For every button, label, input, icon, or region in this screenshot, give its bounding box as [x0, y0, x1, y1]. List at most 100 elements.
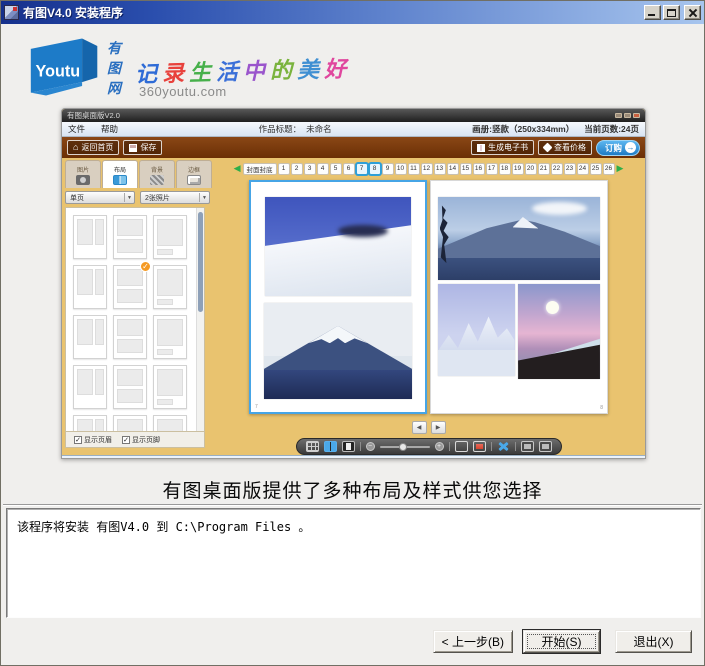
- panel-scrollbar[interactable]: [196, 208, 204, 431]
- tab-layout[interactable]: 布局: [102, 160, 138, 188]
- single-view-icon[interactable]: [342, 441, 355, 452]
- page-button-4[interactable]: 4: [317, 163, 329, 175]
- page-button-20[interactable]: 20: [525, 163, 537, 175]
- layout-thumbnail[interactable]: [113, 415, 147, 432]
- page-button-11[interactable]: 11: [408, 163, 420, 175]
- page-button-2[interactable]: 2: [291, 163, 303, 175]
- page-button-8[interactable]: 8: [369, 163, 381, 175]
- menu-help[interactable]: 帮助: [101, 123, 118, 135]
- page-button-17[interactable]: 17: [486, 163, 498, 175]
- layout-thumbnail[interactable]: [73, 265, 107, 309]
- home-button[interactable]: ⌂返回首页: [67, 140, 119, 155]
- maximize-button[interactable]: [663, 5, 680, 20]
- minimize-button[interactable]: [644, 5, 661, 20]
- show-header-checkbox[interactable]: ✓显示页眉: [74, 435, 112, 445]
- save-icon: [129, 144, 137, 152]
- pagebar-left-arrow-icon[interactable]: ◀: [234, 164, 241, 173]
- fit-page-icon[interactable]: [455, 441, 468, 452]
- pagebar-right-arrow-icon[interactable]: ▶: [617, 164, 624, 173]
- layout-thumbnail[interactable]: [153, 365, 187, 409]
- layout-thumbnail[interactable]: [73, 215, 107, 259]
- spread-view-icon[interactable]: [324, 441, 337, 452]
- page-button-22[interactable]: 22: [551, 163, 563, 175]
- maximize-icon: [667, 9, 676, 17]
- photo-snow-hill[interactable]: [265, 197, 411, 296]
- page-button-23[interactable]: 23: [564, 163, 576, 175]
- page-button-26[interactable]: 26: [603, 163, 615, 175]
- layout-thumbnail[interactable]: [113, 315, 147, 359]
- page-type-dropdown[interactable]: 单页▼: [65, 191, 135, 204]
- page-button-19[interactable]: 19: [512, 163, 524, 175]
- layout-thumbnail[interactable]: [153, 315, 187, 359]
- left-page[interactable]: 7: [249, 180, 427, 414]
- scrollbar-thumb[interactable]: [198, 212, 203, 312]
- page-button-6[interactable]: 6: [343, 163, 355, 175]
- layout-thumbnail[interactable]: [153, 265, 187, 309]
- layout-thumbnail[interactable]: [73, 365, 107, 409]
- page-button-24[interactable]: 24: [577, 163, 589, 175]
- page-button-16[interactable]: 16: [473, 163, 485, 175]
- swap-pages-icon[interactable]: [497, 441, 510, 452]
- zoom-out-icon[interactable]: −: [366, 442, 375, 451]
- save-button[interactable]: 保存: [123, 140, 162, 155]
- page-button-14[interactable]: 14: [447, 163, 459, 175]
- export-icon[interactable]: [539, 441, 552, 452]
- menu-file[interactable]: 文件: [68, 123, 85, 135]
- layout-thumbnail[interactable]: [113, 215, 147, 259]
- page-button-21[interactable]: 21: [538, 163, 550, 175]
- zoom-in-icon[interactable]: +: [435, 442, 444, 451]
- tab-frame[interactable]: 边框: [176, 160, 212, 188]
- photo-moon-sky[interactable]: [518, 284, 600, 379]
- fit-width-icon[interactable]: [473, 441, 486, 452]
- zoom-slider[interactable]: [380, 446, 430, 448]
- prev-spread-button[interactable]: ◀: [412, 421, 427, 434]
- layout-thumbnail[interactable]: ✓: [113, 265, 147, 309]
- photo-count-dropdown[interactable]: 2张照片▼: [140, 191, 210, 204]
- page-button-1[interactable]: 1: [278, 163, 290, 175]
- order-button[interactable]: 订购→: [596, 140, 640, 156]
- exit-button[interactable]: 退出(X): [615, 630, 692, 653]
- album-info: 画册:竖款（250x334mm）: [472, 123, 574, 135]
- qq-chat-badge[interactable]: 点击交谈: [532, 458, 575, 460]
- page-button-3[interactable]: 3: [304, 163, 316, 175]
- tab-background[interactable]: 背景: [139, 160, 175, 188]
- page-button-25[interactable]: 25: [590, 163, 602, 175]
- page-button-15[interactable]: 15: [460, 163, 472, 175]
- page-button-5[interactable]: 5: [330, 163, 342, 175]
- svg-text:Youtu: Youtu: [36, 62, 81, 80]
- layout-thumbnail[interactable]: [153, 215, 187, 259]
- view-price-button[interactable]: 查看价格: [538, 140, 592, 155]
- back-button[interactable]: < 上一步(B): [433, 630, 513, 653]
- page-button-10[interactable]: 10: [395, 163, 407, 175]
- layout-thumbnail[interactable]: [113, 365, 147, 409]
- page-button-7[interactable]: 7: [356, 163, 368, 175]
- start-button[interactable]: 开始(S): [523, 630, 600, 653]
- grid-view-icon[interactable]: [306, 441, 319, 452]
- preview-icon[interactable]: [521, 441, 534, 452]
- page-button-18[interactable]: 18: [499, 163, 511, 175]
- feature-caption: 有图桌面版提供了多种布局及样式供您选择: [1, 476, 704, 503]
- generate-ebook-button[interactable]: 生成电子书: [471, 140, 534, 155]
- slogan-char: 生: [189, 60, 217, 86]
- right-page[interactable]: 8: [430, 180, 608, 414]
- app-main: 图片 布局 背景 边框 单页▼ 2张照片▼ ✓ ✓显示页眉: [62, 158, 645, 455]
- slogan-char: 中: [243, 58, 271, 84]
- layout-thumbnail[interactable]: [153, 415, 187, 432]
- zoom-slider-thumb[interactable]: [399, 443, 407, 451]
- layout-thumbnail[interactable]: [73, 415, 107, 432]
- layout-thumbnail[interactable]: [73, 315, 107, 359]
- photo-snow-peaks[interactable]: [438, 284, 515, 376]
- next-spread-button[interactable]: ▶: [431, 421, 446, 434]
- page-button-9[interactable]: 9: [382, 163, 394, 175]
- page-button-13[interactable]: 13: [434, 163, 446, 175]
- photo-volcano-sea[interactable]: [438, 197, 600, 279]
- show-footer-checkbox[interactable]: ✓显示页脚: [122, 435, 160, 445]
- layout-filters: 单页▼ 2张照片▼: [65, 191, 210, 204]
- close-button[interactable]: [684, 5, 701, 20]
- tab-photos[interactable]: 图片: [65, 160, 101, 188]
- page-number-left: 7: [255, 404, 258, 410]
- cover-page-button[interactable]: 封面封底: [243, 163, 277, 175]
- logo-vertical-char: 网: [107, 78, 121, 98]
- page-button-12[interactable]: 12: [421, 163, 433, 175]
- photo-mount-fuji[interactable]: [264, 303, 412, 400]
